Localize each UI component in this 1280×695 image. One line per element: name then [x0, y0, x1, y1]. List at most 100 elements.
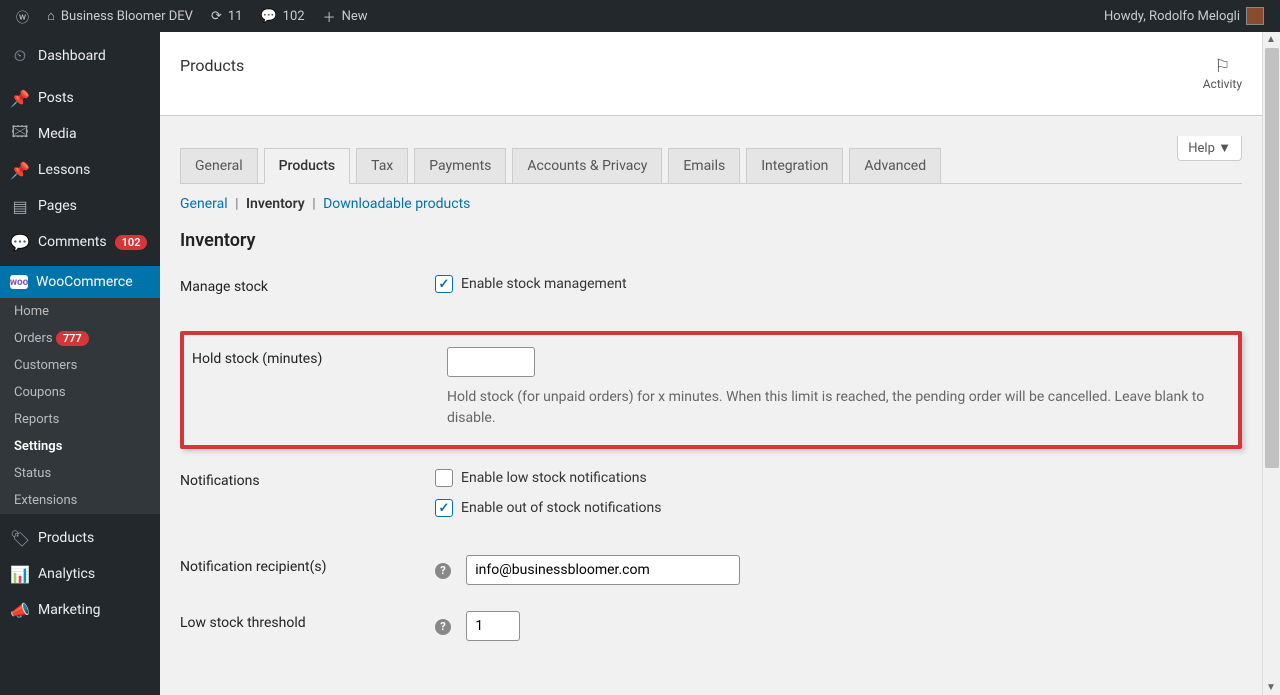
low-threshold-input[interactable]: [466, 611, 520, 641]
comments-count: 102: [283, 9, 305, 24]
menu-label: Posts: [38, 90, 74, 106]
refresh-icon: ⟳: [211, 9, 222, 24]
new-link[interactable]: ＋ New: [315, 0, 376, 32]
chevron-down-icon: ▼: [1218, 141, 1231, 156]
help-tooltip-icon[interactable]: ?: [435, 563, 451, 579]
woo-icon: woo: [10, 275, 28, 289]
menu-label: Products: [38, 530, 94, 546]
tab-integration[interactable]: Integration: [746, 148, 843, 183]
menu-products[interactable]: 🏷 Products: [0, 520, 160, 556]
submenu-settings[interactable]: Settings: [0, 433, 160, 460]
wordpress-icon: ⓦ: [16, 7, 29, 26]
menu-media[interactable]: 🖾Media: [0, 116, 160, 152]
menu-label: Comments: [38, 234, 107, 250]
wp-logo[interactable]: ⓦ: [8, 0, 37, 32]
low-stock-checkbox[interactable]: [435, 469, 453, 487]
admin-bar: ⓦ ⌂Business Bloomer DEV ⟳ 11 💬102 ＋ New Ho…: [0, 0, 1280, 32]
menu-posts[interactable]: 📌 Posts: [0, 80, 160, 116]
submenu-extensions[interactable]: Extensions: [0, 487, 160, 514]
avatar: [1246, 7, 1264, 25]
howdy-text: Howdy, Rodolfo Melogli: [1104, 9, 1240, 24]
submenu-home[interactable]: Home: [0, 298, 160, 325]
scroll-up-icon: ▲: [1266, 34, 1276, 45]
pin-icon: 📌: [10, 88, 30, 108]
updates-count: 11: [228, 9, 243, 24]
submenu-orders[interactable]: Orders 777: [0, 325, 160, 352]
menu-pages[interactable]: ▤Pages: [0, 188, 160, 224]
row-recipient: Notification recipient(s) ?: [180, 555, 1242, 585]
submenu-customers[interactable]: Customers: [0, 352, 160, 379]
comments-link[interactable]: 💬102: [252, 0, 312, 32]
subtab-general[interactable]: General: [180, 196, 228, 212]
main-content: Products ⚐ Activity Help ▼ General Produ…: [160, 32, 1262, 695]
row-manage-stock: Manage stock Enable stock management: [180, 275, 1242, 305]
chart-icon: 📊: [10, 564, 30, 584]
help-tooltip-icon[interactable]: ?: [435, 619, 451, 635]
tab-tax[interactable]: Tax: [356, 148, 408, 183]
tab-products[interactable]: Products: [264, 148, 351, 184]
menu-analytics[interactable]: 📊 Analytics: [0, 556, 160, 592]
site-link[interactable]: ⌂Business Bloomer DEV: [39, 0, 201, 32]
tab-advanced[interactable]: Advanced: [849, 148, 941, 183]
out-of-stock-checkbox[interactable]: [435, 499, 453, 517]
recipient-input[interactable]: [466, 555, 740, 585]
tab-emails[interactable]: Emails: [668, 148, 740, 183]
menu-label: Lessons: [38, 162, 90, 178]
tab-general[interactable]: General: [180, 148, 258, 183]
vertical-scrollbar[interactable]: ▲ ▼: [1262, 32, 1280, 695]
field-label: Notification recipient(s): [180, 559, 327, 575]
scroll-thumb[interactable]: [1265, 48, 1279, 468]
menu-label: Dashboard: [38, 48, 106, 64]
hold-stock-input[interactable]: [447, 347, 535, 377]
checkbox-text: Enable low stock notifications: [461, 470, 647, 486]
comments-badge: 102: [115, 235, 148, 250]
row-low-threshold: Low stock threshold ?: [180, 611, 1242, 641]
tab-accounts[interactable]: Accounts & Privacy: [512, 148, 662, 183]
orders-badge: 777: [56, 331, 89, 346]
submenu-label: Orders: [14, 331, 53, 346]
page-header: Products ⚐ Activity: [160, 32, 1262, 116]
tag-icon: 🏷: [10, 528, 30, 548]
dashboard-icon: ⏲: [10, 46, 30, 66]
settings-tabs: General Products Tax Payments Accounts &…: [180, 148, 1242, 184]
row-notifications: Notifications Enable low stock notificat…: [180, 469, 1242, 529]
menu-label: Media: [38, 126, 77, 142]
low-stock-check-label[interactable]: Enable low stock notifications: [435, 469, 1242, 487]
field-label: Low stock threshold: [180, 611, 435, 631]
sub-tabs: General | Inventory | Downloadable produ…: [180, 196, 1242, 212]
menu-label: Analytics: [38, 566, 95, 582]
user-menu[interactable]: Howdy, Rodolfo Melogli: [1096, 0, 1272, 32]
submenu-reports[interactable]: Reports: [0, 406, 160, 433]
manage-stock-checkbox[interactable]: [435, 275, 453, 293]
manage-stock-check-label[interactable]: Enable stock management: [435, 275, 1242, 293]
subtab-downloadable[interactable]: Downloadable products: [323, 196, 470, 212]
menu-label: Marketing: [38, 602, 101, 618]
menu-dashboard[interactable]: ⏲ Dashboard: [0, 38, 160, 74]
menu-comments[interactable]: 💬 Comments 102: [0, 224, 160, 260]
section-heading: Inventory: [180, 230, 1242, 251]
new-label: New: [342, 9, 368, 24]
submenu-coupons[interactable]: Coupons: [0, 379, 160, 406]
tab-payments[interactable]: Payments: [414, 148, 506, 183]
updates-link[interactable]: ⟳ 11: [203, 0, 251, 32]
menu-marketing[interactable]: 📣 Marketing: [0, 592, 160, 628]
menu-label: WooCommerce: [36, 274, 133, 290]
activity-panel[interactable]: ⚐ Activity: [1203, 56, 1242, 91]
menu-lessons[interactable]: 📌Lessons: [0, 152, 160, 188]
separator: |: [312, 196, 315, 212]
checkbox-text: Enable stock management: [461, 276, 627, 292]
help-label: Help: [1188, 141, 1215, 156]
help-toggle[interactable]: Help ▼: [1177, 136, 1242, 161]
submenu-status[interactable]: Status: [0, 460, 160, 487]
home-icon: ⌂: [47, 8, 55, 24]
page-title: Products: [180, 56, 244, 75]
comment-icon: 💬: [10, 232, 30, 252]
megaphone-icon: 📣: [10, 600, 30, 620]
highlight-hold-stock: Hold stock (minutes) Hold stock (for unp…: [180, 331, 1242, 449]
plus-icon: ＋: [323, 7, 336, 26]
menu-woocommerce[interactable]: woo WooCommerce: [0, 266, 160, 298]
out-of-stock-check-label[interactable]: Enable out of stock notifications: [435, 499, 1242, 517]
separator: |: [235, 196, 238, 212]
subtab-inventory[interactable]: Inventory: [246, 196, 305, 212]
field-label: Hold stock (minutes): [192, 347, 447, 367]
